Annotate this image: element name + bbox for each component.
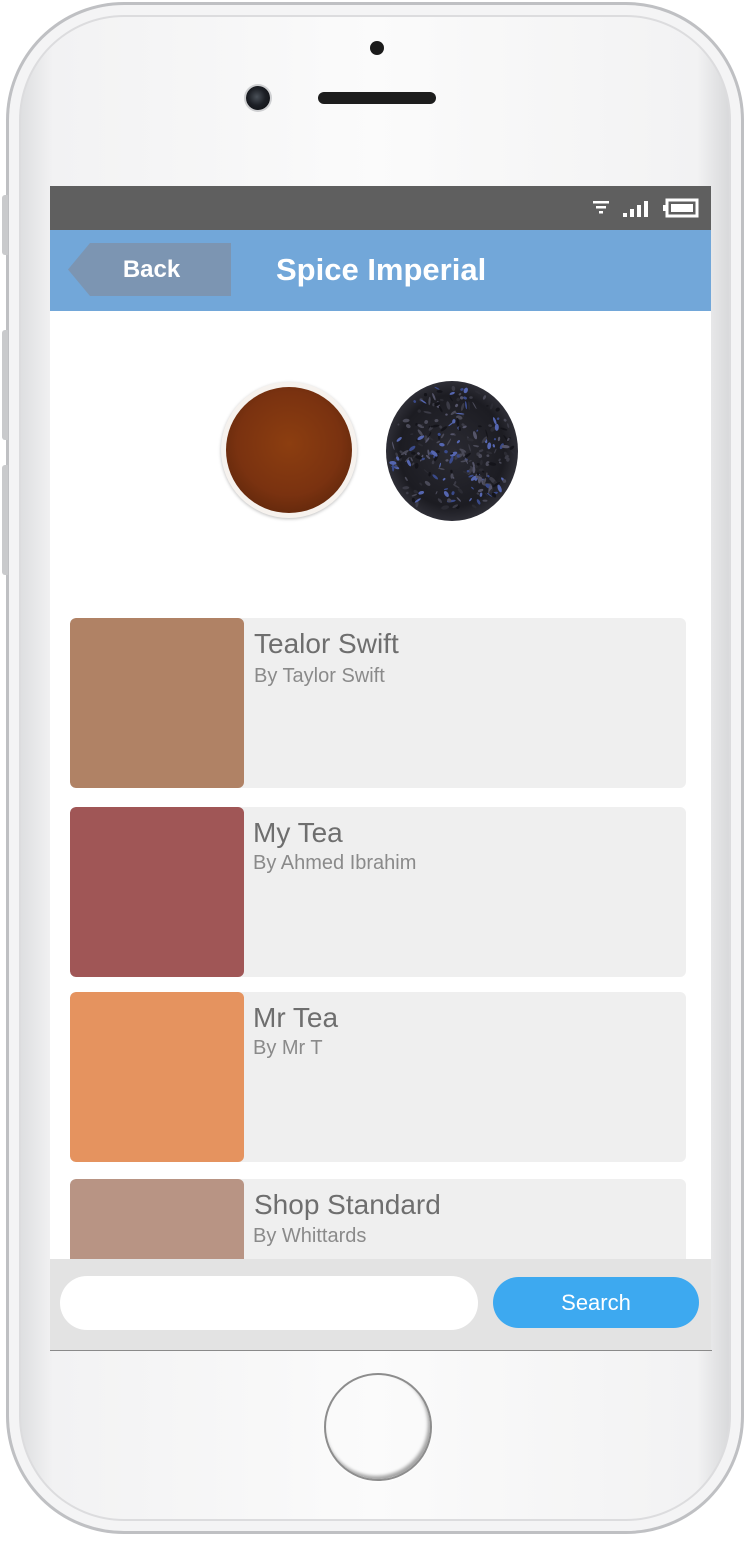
status-icons <box>591 196 699 220</box>
silent-switch <box>2 195 8 255</box>
loose-tea-leaves-image <box>386 381 518 521</box>
volume-up-button <box>2 330 8 440</box>
blend-name: My Tea <box>253 817 343 848</box>
blend-card[interactable]: Tealor Swift By Taylor Swift <box>70 618 686 788</box>
tea-liquid <box>226 387 352 513</box>
page-title: Spice Imperial <box>276 252 487 287</box>
volume-down-button <box>2 465 8 575</box>
blend-author: By Whittards <box>253 1225 367 1247</box>
search-button[interactable]: Search <box>493 1277 699 1328</box>
search-input[interactable] <box>60 1276 478 1330</box>
front-camera <box>246 86 270 110</box>
battery-icon <box>663 198 699 218</box>
brewed-tea-image <box>221 382 357 518</box>
tea-leaf-fleck <box>472 465 476 474</box>
blend-card[interactable]: Mr Tea By Mr T <box>70 992 686 1162</box>
signal-icon <box>623 201 648 217</box>
search-bar: Search <box>50 1259 711 1350</box>
blend-card[interactable]: My Tea By Ahmed Ibrahim <box>70 807 686 977</box>
back-button[interactable]: Back <box>68 243 231 296</box>
blend-color-swatch <box>70 992 244 1162</box>
status-bar <box>50 186 711 230</box>
blend-author: By Mr T <box>253 1037 323 1059</box>
proximity-sensor <box>370 41 384 55</box>
screen-divider <box>50 1350 712 1351</box>
earpiece-speaker <box>318 92 436 104</box>
blend-name: Shop Standard <box>254 1189 441 1220</box>
blend-author: By Taylor Swift <box>254 665 385 687</box>
wifi-icon <box>593 201 609 214</box>
blend-author: By Ahmed Ibrahim <box>253 852 417 874</box>
home-button[interactable] <box>324 1373 432 1481</box>
blend-color-swatch <box>70 807 244 977</box>
title-bar: Back Spice Imperial <box>50 230 711 311</box>
blend-name: Tealor Swift <box>254 628 399 659</box>
blend-color-swatch <box>70 618 244 788</box>
blend-name: Mr Tea <box>253 1002 339 1033</box>
app-screen: Back Spice Imperial Tealor Swift By Tayl… <box>50 186 711 1350</box>
